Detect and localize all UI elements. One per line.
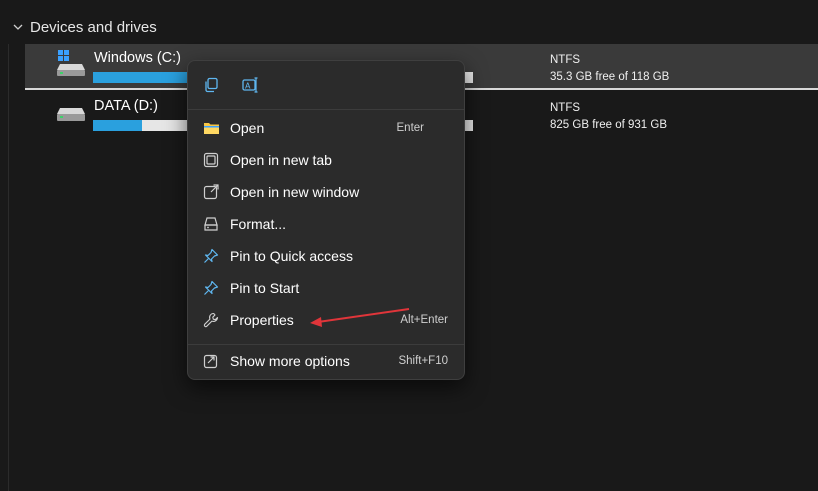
menu-item-shortcut: Alt+Enter bbox=[400, 314, 448, 326]
drive-free-space: 35.3 GB free of 118 GB bbox=[550, 71, 670, 83]
nav-pane-border bbox=[8, 44, 9, 491]
menu-item-label: Format... bbox=[230, 216, 287, 232]
menu-item-label: Open in new tab bbox=[230, 152, 332, 168]
menu-item-label: Open in new window bbox=[230, 184, 360, 200]
menu-item-label: Open bbox=[230, 120, 265, 136]
folder-icon bbox=[202, 119, 220, 137]
format-icon bbox=[202, 215, 220, 233]
menu-item-open-new-window[interactable]: Open in new window bbox=[188, 176, 464, 208]
share-icon bbox=[202, 352, 220, 370]
menu-item-label: Pin to Start bbox=[230, 280, 300, 296]
svg-text:A: A bbox=[245, 82, 251, 91]
hard-drive-icon bbox=[56, 100, 86, 128]
drive-name: Windows (C:) bbox=[94, 50, 182, 66]
new-tab-icon bbox=[202, 151, 220, 169]
wrench-icon bbox=[202, 311, 220, 329]
context-menu-toolbar: A bbox=[188, 61, 464, 110]
windows-drive-icon bbox=[56, 50, 86, 78]
menu-item-format[interactable]: Format... bbox=[188, 208, 464, 240]
drive-filesystem: NTFS bbox=[550, 102, 581, 114]
menu-item-open[interactable]: Open Enter bbox=[188, 112, 464, 144]
rename-icon[interactable]: A bbox=[239, 73, 263, 97]
menu-item-pin-quick-access[interactable]: Pin to Quick access bbox=[188, 240, 464, 272]
drive-free-space: 825 GB free of 931 GB bbox=[550, 119, 667, 131]
new-window-icon bbox=[202, 183, 220, 201]
section-header[interactable]: Devices and drives bbox=[12, 16, 157, 38]
menu-item-pin-start[interactable]: Pin to Start bbox=[188, 272, 464, 304]
menu-item-label: Show more options bbox=[230, 353, 350, 369]
menu-item-label: Pin to Quick access bbox=[230, 248, 353, 264]
menu-item-properties[interactable]: Properties Alt+Enter bbox=[188, 304, 464, 336]
menu-item-show-more-options[interactable]: Show more options Shift+F10 bbox=[188, 345, 464, 377]
context-menu: A Open Enter Open in new tab Open in new… bbox=[187, 60, 465, 380]
chevron-down-icon[interactable] bbox=[12, 21, 24, 33]
menu-item-shortcut: Shift+F10 bbox=[398, 355, 448, 367]
pin-icon bbox=[202, 279, 220, 297]
section-title: Devices and drives bbox=[30, 18, 157, 36]
drive-name: DATA (D:) bbox=[94, 98, 158, 114]
menu-item-label: Properties bbox=[230, 312, 294, 328]
menu-item-open-new-tab[interactable]: Open in new tab bbox=[188, 144, 464, 176]
menu-item-shortcut: Enter bbox=[396, 122, 425, 134]
pin-icon bbox=[202, 247, 220, 265]
drive-filesystem: NTFS bbox=[550, 54, 581, 66]
drive-usage-fill bbox=[93, 120, 143, 131]
copy-icon[interactable] bbox=[199, 73, 223, 97]
